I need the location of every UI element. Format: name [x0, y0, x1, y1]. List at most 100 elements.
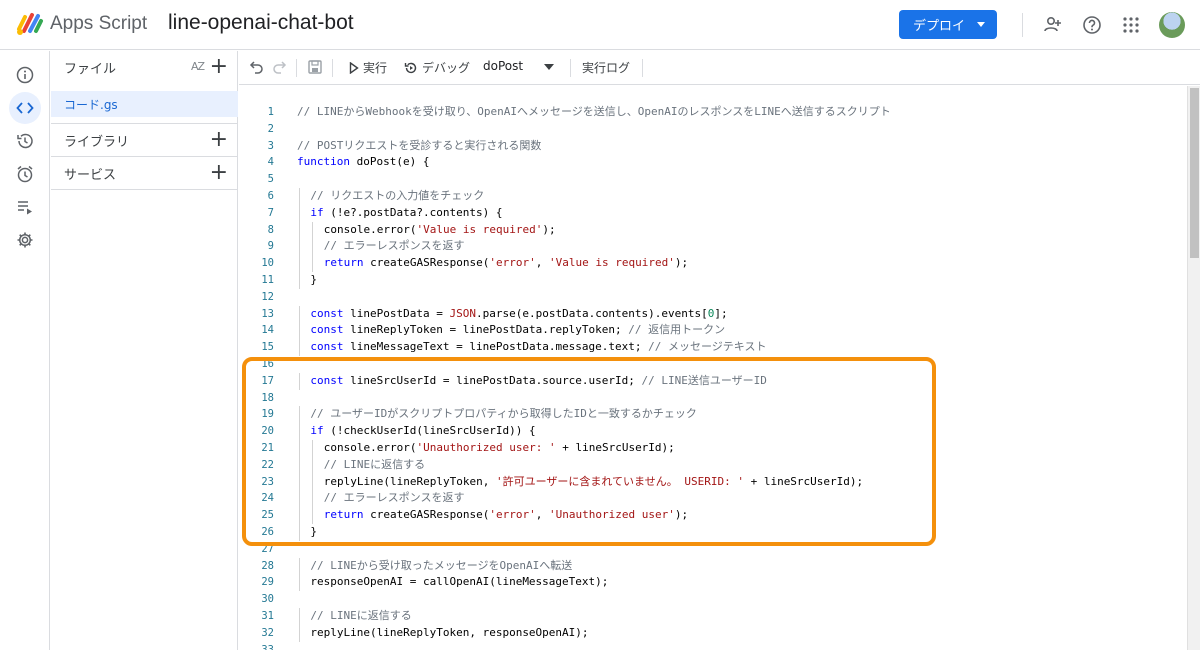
code-line[interactable]: 1 // LINEからWebhookを受け取り、OpenAIへメッセージを送信し、…	[239, 104, 1187, 121]
code-text: const lineSrcUserId = linePostData.sourc…	[310, 373, 767, 390]
deploy-button[interactable]: デプロイ	[899, 10, 997, 39]
code-icon[interactable]	[9, 92, 41, 124]
editor-toolbar: 実行 デバッグ doPost 実行ログ	[239, 51, 1200, 85]
line-number: 30	[261, 593, 274, 606]
line-number: 2	[267, 122, 274, 135]
libraries-header[interactable]: ライブラリ +	[51, 124, 238, 156]
code-line[interactable]: 27	[239, 541, 1187, 558]
code-token: responseOpenAI = callOpenAI(lineMessageT…	[310, 575, 609, 589]
code-token: replyLine(lineReplyToken,	[323, 474, 496, 488]
code-token: ,	[535, 256, 549, 270]
code-line[interactable]: 9 // エラーレスポンスを返す	[239, 238, 1187, 256]
info-icon[interactable]	[9, 59, 41, 91]
code-editor[interactable]: 1 // LINEからWebhookを受け取り、OpenAIへメッセージを送信し、…	[239, 86, 1187, 650]
divider	[1022, 13, 1023, 37]
line-number: 18	[261, 391, 274, 404]
code-text: // ユーザーIDがスクリプトプロパティから取得したIDと一致するかチェック	[310, 406, 696, 423]
code-line[interactable]: 5	[239, 171, 1187, 188]
avatar[interactable]	[1159, 12, 1185, 38]
line-number: 15	[261, 341, 274, 354]
sort-az-icon[interactable]: AZ	[191, 60, 205, 73]
code-line[interactable]: 31 // LINEに返信する	[239, 608, 1187, 625]
indent-guide	[312, 440, 314, 457]
history-icon[interactable]	[9, 125, 41, 157]
project-name[interactable]: line-openai-chat-bot	[168, 11, 354, 35]
code-line[interactable]: 32 replyLine(lineReplyToken, responseOpen…	[239, 624, 1187, 642]
indent-guide	[299, 456, 300, 474]
trigger-clock-icon[interactable]	[9, 158, 41, 190]
line-number: 11	[261, 274, 274, 286]
code-line[interactable]: 33	[239, 642, 1187, 650]
run-button[interactable]: 実行	[349, 59, 387, 76]
code-text: const lineMessageText = linePostData.mes…	[310, 339, 766, 356]
undo-icon[interactable]	[249, 59, 265, 75]
line-number: 6	[267, 190, 274, 202]
code-line[interactable]: 26}	[239, 524, 1187, 541]
code-text: // LINEから受け取ったメッセージをOpenAIへ転送	[310, 558, 572, 575]
chevron-down-icon[interactable]	[544, 64, 554, 70]
code-line[interactable]: 12	[239, 289, 1187, 306]
code-line[interactable]: 18	[239, 390, 1187, 407]
help-icon[interactable]	[1080, 13, 1104, 37]
code-line[interactable]: 22 // LINEに返信する	[239, 456, 1187, 474]
indent-guide	[299, 238, 300, 256]
editor-scrollbar[interactable]	[1187, 86, 1200, 650]
code-token: linePostData =	[350, 306, 450, 320]
code-token: const	[310, 340, 351, 354]
line-number: 32	[261, 626, 274, 639]
redo-icon[interactable]	[271, 59, 287, 75]
code-line[interactable]: 13 const linePostData = JSON.parse(e.post…	[239, 305, 1187, 323]
code-token: + lineSrcUserId);	[555, 441, 675, 454]
code-line[interactable]: 6 // リクエストの入力値をチェック	[239, 188, 1187, 205]
code-token: 'Value is required'	[416, 222, 543, 236]
code-line[interactable]: 10 return createGASResponse('error', 'Val…	[239, 255, 1187, 272]
add-library-icon[interactable]: +	[210, 129, 228, 151]
code-token: doPost(e) {	[356, 155, 430, 169]
code-line[interactable]: 17 const lineSrcUserId = linePostData.sou…	[239, 372, 1187, 390]
line-number: 13	[261, 307, 274, 320]
indent-guide	[299, 372, 300, 390]
debug-button[interactable]: デバッグ	[404, 59, 470, 76]
file-item-code-gs[interactable]: コード.gs	[51, 91, 238, 117]
execution-log-button[interactable]: 実行ログ	[582, 59, 630, 76]
indent-guide	[299, 473, 300, 491]
add-file-icon[interactable]: +	[210, 56, 228, 78]
code-line[interactable]: 30	[239, 591, 1187, 608]
apps-grid-icon[interactable]	[1119, 13, 1143, 37]
code-line[interactable]: 8 console.error('Value is required');	[239, 221, 1187, 239]
code-token: // POSTリクエストを受診すると実行される関数	[297, 138, 542, 152]
indent-guide	[312, 490, 314, 508]
code-line[interactable]: 11}	[239, 272, 1187, 289]
code-token: // LINEに返信する	[310, 609, 412, 622]
code-line[interactable]: 29 responseOpenAI = callOpenAI(lineMessag…	[239, 574, 1187, 592]
code-line[interactable]: 14 const lineReplyToken = linePostData.re…	[239, 322, 1187, 340]
code-token: if	[310, 424, 331, 438]
indent-guide	[312, 221, 314, 239]
code-line[interactable]: 21 console.error('Unauthorized user: ' + …	[239, 440, 1187, 457]
app-name[interactable]: Apps Script	[50, 13, 147, 35]
code-line[interactable]: 20 if (!checkUserId(lineSrcUserId)) {	[239, 423, 1187, 440]
function-select[interactable]: doPost	[483, 59, 523, 73]
add-service-icon[interactable]: +	[210, 162, 228, 184]
code-line[interactable]: 2	[239, 121, 1187, 138]
code-line[interactable]: 15 const lineMessageText = linePostData.m…	[239, 339, 1187, 356]
code-line[interactable]: 28 // LINEから受け取ったメッセージをOpenAIへ転送	[239, 557, 1187, 575]
save-icon[interactable]	[307, 59, 323, 75]
code-line[interactable]: 19 // ユーザーIDがスクリプトプロパティから取得したIDと一致するかチェック	[239, 406, 1187, 424]
code-line[interactable]: 24 // エラーレスポンスを返す	[239, 490, 1187, 508]
code-line[interactable]: 23 replyLine(lineReplyToken, '許可ユーザーに含まれて…	[239, 473, 1187, 491]
code-line[interactable]: 25 return createGASResponse('error', 'Una…	[239, 507, 1187, 524]
code-line[interactable]: 3 // POSTリクエストを受診すると実行される関数	[239, 138, 1187, 155]
code-token: 'error'	[489, 508, 536, 522]
divider	[642, 59, 643, 77]
code-line[interactable]: 4 function doPost(e) {	[239, 154, 1187, 171]
settings-gear-icon[interactable]	[9, 224, 41, 256]
code-token: ];	[714, 306, 728, 320]
code-line[interactable]: 16	[239, 356, 1187, 373]
scrollbar-thumb[interactable]	[1190, 88, 1199, 258]
code-token: // LINEに返信する	[323, 457, 426, 471]
add-person-icon[interactable]	[1041, 13, 1065, 37]
executions-icon[interactable]	[9, 191, 41, 223]
services-header[interactable]: サービス +	[51, 157, 238, 189]
code-line[interactable]: 7 if (!e?.postData?.contents) {	[239, 204, 1187, 222]
